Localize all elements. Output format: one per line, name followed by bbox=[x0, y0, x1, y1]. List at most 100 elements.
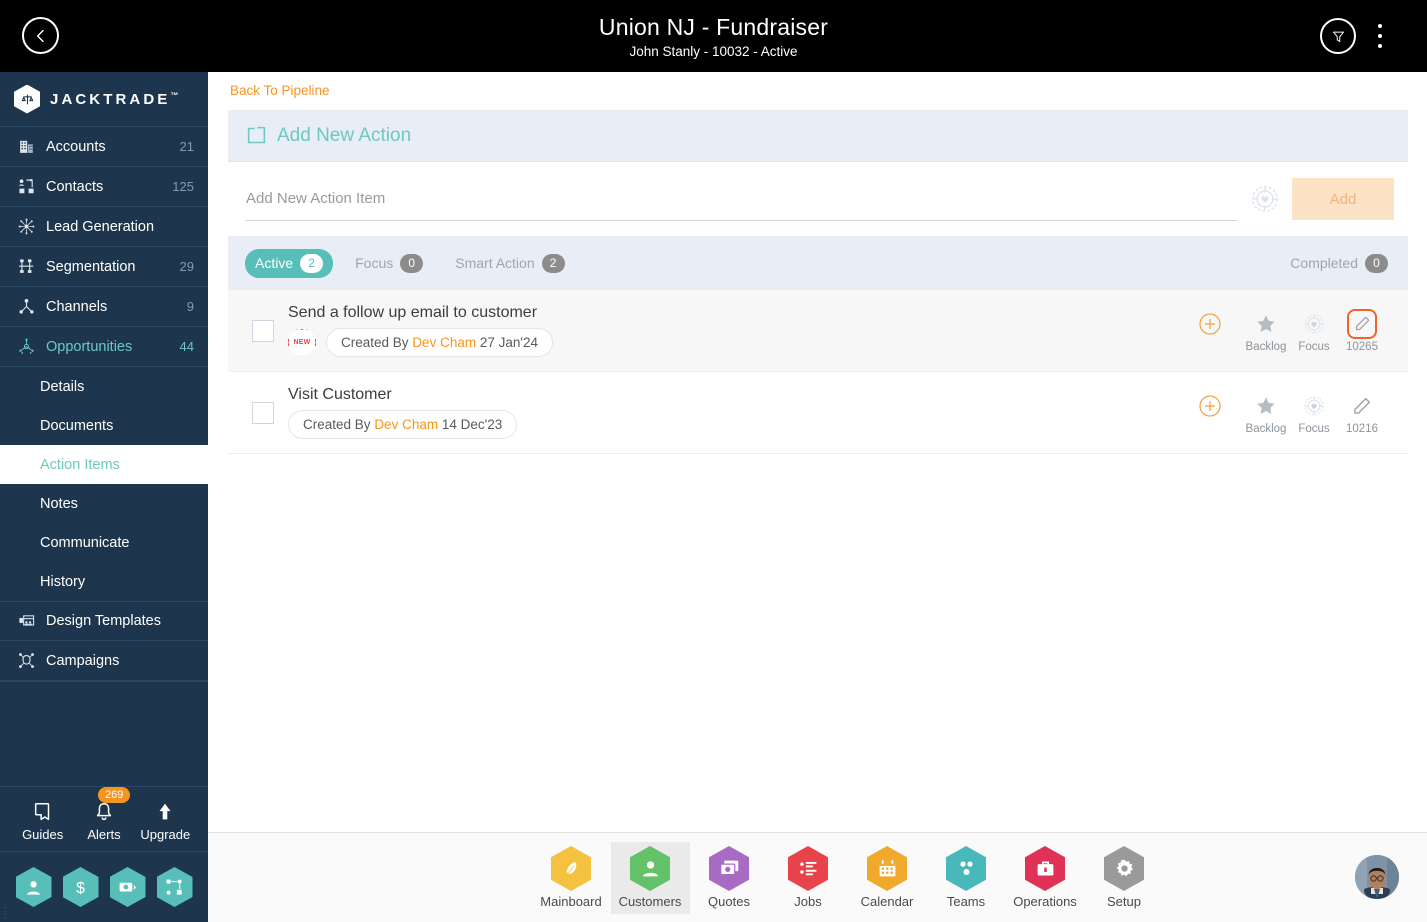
backlog-button[interactable]: Backlog bbox=[1242, 391, 1290, 435]
top-bar-titles: Union NJ - Fundraiser John Stanly - 1003… bbox=[0, 0, 1427, 72]
sidebar-item-lead-generation[interactable]: Lead Generation bbox=[0, 207, 208, 247]
sidebar-item-channels[interactable]: Channels 9 bbox=[0, 287, 208, 327]
tab-count: 0 bbox=[400, 253, 424, 273]
sidebar-subitem-notes[interactable]: Notes bbox=[0, 484, 208, 523]
tab-label: Focus bbox=[355, 255, 394, 271]
quote-cards-icon bbox=[709, 846, 749, 891]
focus-button[interactable]: Focus bbox=[1290, 309, 1338, 353]
add-subitem-button[interactable] bbox=[1186, 391, 1234, 421]
alerts-button[interactable]: 269 Alerts bbox=[73, 786, 134, 842]
focus-button[interactable]: Focus bbox=[1290, 391, 1338, 435]
target-heart-icon bbox=[1303, 309, 1325, 339]
created-date: 14 Dec'23 bbox=[441, 417, 503, 432]
edit-button[interactable]: 10265 bbox=[1338, 308, 1386, 353]
bottom-nav-setup[interactable]: Setup bbox=[1085, 842, 1164, 914]
main-content: Back To Pipeline Add New Action Add New … bbox=[208, 72, 1427, 832]
sidebar-item-design-templates[interactable]: Design Templates bbox=[0, 601, 208, 641]
bottom-nav-calendar[interactable]: Calendar bbox=[848, 842, 927, 914]
action-item-id: 10216 bbox=[1346, 422, 1378, 435]
bottom-nav-items: Mainboard Customers Quotes Jobs Calendar… bbox=[472, 841, 1164, 914]
action-item-checkbox[interactable] bbox=[252, 319, 274, 342]
pencil-icon-wrap bbox=[1352, 391, 1372, 421]
sidebar-item-segmentation[interactable]: Segmentation 29 bbox=[0, 247, 208, 287]
action-item-body: Send a follow up email to customer NEW C… bbox=[288, 304, 1186, 357]
action-item-meta: Created By Dev Cham 14 Dec'23 bbox=[288, 410, 1186, 439]
bottom-nav-label: Calendar bbox=[860, 894, 914, 909]
sidebar-nav: Accounts 21 Contacts 125 Lead Generation bbox=[0, 127, 208, 681]
kebab-dot bbox=[1378, 34, 1382, 38]
action-item-checkbox[interactable] bbox=[252, 401, 274, 424]
sidebar-subitem-action-items[interactable]: Action Items bbox=[0, 445, 208, 484]
action-item-actions: Backlog Focus bbox=[1186, 308, 1408, 353]
new-badge-icon: NEW bbox=[288, 328, 316, 357]
sidebar-subitem-documents[interactable]: Documents bbox=[0, 406, 208, 445]
sidebar-item-contacts[interactable]: Contacts 125 bbox=[0, 167, 208, 207]
tab-completed[interactable]: Completed 0 bbox=[1290, 253, 1388, 273]
app-root: Union NJ - Fundraiser John Stanly - 1003… bbox=[0, 0, 1427, 922]
avatar[interactable] bbox=[1355, 855, 1399, 899]
guides-button[interactable]: Guides bbox=[12, 797, 73, 842]
sidebar-resize-dots: :: bbox=[4, 904, 7, 921]
opportunities-icon bbox=[14, 338, 38, 356]
edit-button[interactable]: 10216 bbox=[1338, 391, 1386, 435]
sidebar-item-accounts[interactable]: Accounts 21 bbox=[0, 127, 208, 167]
add-action-input[interactable] bbox=[246, 177, 1238, 221]
bottom-nav-mainboard[interactable]: Mainboard bbox=[532, 842, 611, 914]
sidebar-item-label: Segmentation bbox=[46, 258, 136, 275]
sidebar-shortcuts: $ bbox=[0, 852, 208, 922]
tab-active[interactable]: Active 2 bbox=[245, 248, 334, 278]
action-item-meta: NEW Created By Dev Cham 27 Jan'24 bbox=[288, 328, 1186, 357]
bottom-nav-teams[interactable]: Teams bbox=[927, 842, 1006, 914]
add-button[interactable]: Add bbox=[1292, 178, 1394, 220]
back-to-pipeline-link[interactable]: Back To Pipeline bbox=[230, 83, 330, 98]
sidebar-item-label: Design Templates bbox=[46, 613, 161, 629]
sidebar-subitem-history[interactable]: History bbox=[0, 562, 208, 601]
filter-button[interactable] bbox=[1320, 18, 1356, 54]
tab-smart-action[interactable]: Smart Action 2 bbox=[445, 249, 574, 278]
shortcut-money-transfer[interactable] bbox=[109, 867, 146, 907]
shortcut-person[interactable] bbox=[15, 867, 52, 907]
bottom-nav-label: Operations bbox=[1013, 894, 1077, 909]
backlog-button[interactable]: Backlog bbox=[1242, 309, 1290, 353]
upgrade-button[interactable]: Upgrade bbox=[135, 797, 196, 842]
sidebar-subitem-details[interactable]: Details bbox=[0, 367, 208, 406]
plus-circle-icon bbox=[1198, 309, 1222, 339]
alerts-label: Alerts bbox=[87, 826, 121, 842]
shortcut-dollar[interactable]: $ bbox=[62, 867, 99, 907]
contacts-icon bbox=[14, 178, 38, 196]
gear-icon bbox=[1104, 846, 1144, 891]
tab-focus[interactable]: Focus 0 bbox=[345, 249, 433, 278]
sidebar-item-count: 21 bbox=[179, 139, 194, 154]
target-heart-icon[interactable] bbox=[1250, 184, 1280, 214]
sidebar-subitem-communicate[interactable]: Communicate bbox=[0, 523, 208, 562]
shortcut-workflow[interactable] bbox=[156, 867, 193, 907]
sidebar-subitem-label: Action Items bbox=[40, 456, 120, 473]
action-item-actions: Backlog Focus bbox=[1186, 391, 1408, 435]
selected-highlight bbox=[1347, 308, 1377, 339]
sidebar-tools: Guides 269 Alerts Upgrade bbox=[0, 786, 208, 852]
star-icon bbox=[1255, 309, 1277, 339]
bottom-nav-label: Teams bbox=[946, 894, 986, 909]
svg-text:$: $ bbox=[76, 880, 85, 897]
sidebar-item-label: Lead Generation bbox=[46, 218, 155, 235]
add-subitem-button[interactable] bbox=[1186, 309, 1234, 339]
brand-logo[interactable]: JACKTRADE™ bbox=[0, 72, 208, 127]
action-item-row: Send a follow up email to customer NEW C… bbox=[228, 290, 1408, 372]
action-tabs: Active 2 Focus 0 Smart Action 2 Complete… bbox=[228, 236, 1408, 290]
jacktrade-logo-icon bbox=[14, 84, 40, 114]
bottom-nav-jobs[interactable]: Jobs bbox=[769, 842, 848, 914]
focus-label: Focus bbox=[1298, 340, 1330, 353]
lead-generation-icon bbox=[14, 218, 38, 236]
created-by-prefix: Created By bbox=[303, 417, 371, 432]
bottom-nav-label: Jobs bbox=[794, 894, 822, 909]
add-new-action-header[interactable]: Add New Action bbox=[228, 110, 1408, 162]
sidebar-item-opportunities[interactable]: Opportunities 44 bbox=[0, 327, 208, 367]
created-date: 27 Jan'24 bbox=[479, 335, 538, 350]
bottom-nav-quotes[interactable]: Quotes bbox=[690, 842, 769, 914]
more-options-button[interactable] bbox=[1369, 21, 1391, 51]
created-by-name: Dev Cham bbox=[374, 417, 439, 432]
sidebar-item-campaigns[interactable]: Campaigns bbox=[0, 641, 208, 681]
bottom-nav-operations[interactable]: Operations bbox=[1006, 842, 1085, 914]
bottom-nav-customers[interactable]: Customers bbox=[610, 841, 690, 914]
sidebar-item-count: 125 bbox=[172, 179, 194, 194]
